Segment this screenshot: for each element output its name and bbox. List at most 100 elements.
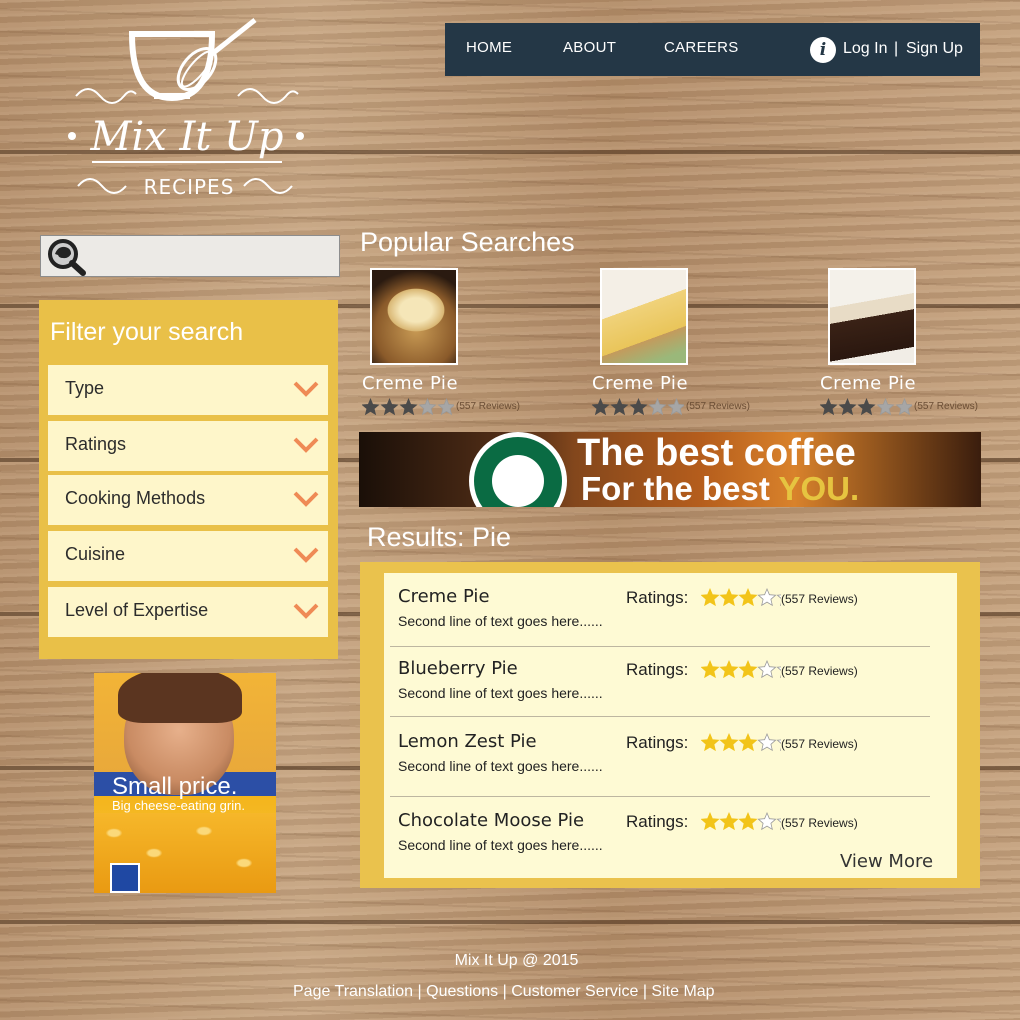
star-empty-icon xyxy=(667,398,684,416)
popular-searches-title: Popular Searches xyxy=(360,227,575,257)
star-filled-icon xyxy=(701,812,720,831)
chevron-down-icon xyxy=(293,437,319,453)
footer-link-site-map[interactable]: Site Map xyxy=(651,983,714,1000)
filter-type-dropdown[interactable]: Type xyxy=(48,365,328,415)
nav-about[interactable]: ABOUT xyxy=(563,39,616,56)
star-empty-icon xyxy=(648,398,667,416)
filter-label: Cuisine xyxy=(65,544,126,564)
login-link[interactable]: Log In xyxy=(843,40,887,58)
popular-item[interactable]: Creme Pie (557 Reviews) xyxy=(818,268,1020,418)
star-empty-icon xyxy=(757,660,777,679)
site-logo[interactable]: Mix It Up RECIPES xyxy=(62,14,312,209)
pie-thumbnail[interactable] xyxy=(600,268,688,365)
banner-headline: The best coffee xyxy=(577,432,856,474)
result-description: Second line of text goes here...... xyxy=(398,758,603,774)
result-name[interactable]: Creme Pie xyxy=(398,586,490,607)
footer-link-customer-service[interactable]: Customer Service xyxy=(511,983,638,1000)
popular-item[interactable]: Creme Pie (557 Reviews) xyxy=(590,268,810,418)
filter-title: Filter your search xyxy=(50,318,244,346)
filter-label: Level of Expertise xyxy=(65,600,209,620)
star-filled-icon xyxy=(629,398,648,416)
logo-title: Mix It Up xyxy=(90,114,284,160)
rating-stars-icon xyxy=(701,660,781,679)
rating-stars-icon xyxy=(701,812,781,831)
search-icon[interactable] xyxy=(44,237,88,277)
info-icon[interactable]: i xyxy=(810,37,836,63)
rating-stars-icon xyxy=(820,398,912,416)
filter-panel: Filter your search Type Ratings Cooking … xyxy=(39,300,338,659)
chevron-down-icon xyxy=(293,603,319,619)
result-description: Second line of text goes here...... xyxy=(398,613,603,629)
star-filled-icon xyxy=(738,588,758,607)
top-nav: HOME ABOUT CAREERS i Log In | Sign Up xyxy=(445,23,980,76)
chevron-down-icon xyxy=(293,381,319,397)
popular-item[interactable]: Creme Pie (557 Reviews) xyxy=(360,268,580,418)
row-divider xyxy=(390,646,930,647)
search-box xyxy=(40,235,340,277)
popular-item-name[interactable]: Creme Pie xyxy=(362,373,458,394)
nav-separator: | xyxy=(894,40,899,57)
result-description: Second line of text goes here...... xyxy=(398,685,603,701)
popular-item-reviews: (557 Reviews) xyxy=(456,401,520,412)
star-empty-icon xyxy=(437,398,454,416)
result-name[interactable]: Chocolate Moose Pie xyxy=(398,810,584,831)
star-empty-icon xyxy=(757,733,777,752)
banner-subheadline: For the best YOU. xyxy=(581,470,859,507)
logo-subtitle: RECIPES xyxy=(144,175,235,199)
popular-item-reviews: (557 Reviews) xyxy=(914,401,978,412)
filter-label: Type xyxy=(65,378,105,398)
rating-stars-icon xyxy=(362,398,454,416)
result-row[interactable]: Blueberry Pie Second line of text goes h… xyxy=(390,658,930,730)
filter-ratings-dropdown[interactable]: Ratings xyxy=(48,421,328,471)
view-more-link[interactable]: View More xyxy=(840,851,933,872)
star-filled-icon xyxy=(701,588,720,607)
filter-expertise-dropdown[interactable]: Level of Expertise xyxy=(48,587,328,637)
ratings-label: Ratings: xyxy=(626,812,689,831)
pie-thumbnail[interactable] xyxy=(828,268,916,365)
star-filled-icon xyxy=(592,398,610,416)
filter-cooking-methods-dropdown[interactable]: Cooking Methods xyxy=(48,475,328,525)
result-row[interactable]: Creme Pie Second line of text goes here.… xyxy=(390,586,930,658)
ad-subline: Big cheese-eating grin. xyxy=(112,798,245,813)
side-advertisement[interactable]: Small price. Big cheese-eating grin. xyxy=(94,673,276,893)
star-filled-icon xyxy=(719,812,739,831)
result-row[interactable]: Lemon Zest Pie Second line of text goes … xyxy=(390,731,930,803)
result-reviews: (557 Reviews) xyxy=(781,816,858,830)
results-list: Creme Pie Second line of text goes here.… xyxy=(384,573,957,878)
result-reviews: (557 Reviews) xyxy=(781,737,858,751)
ad-headline: Small price. xyxy=(112,773,238,800)
nav-home[interactable]: HOME xyxy=(466,39,512,56)
star-filled-icon xyxy=(362,398,380,416)
rating-stars-icon xyxy=(701,733,781,752)
star-filled-icon xyxy=(610,398,629,416)
filter-cuisine-dropdown[interactable]: Cuisine xyxy=(48,531,328,581)
results-panel: Creme Pie Second line of text goes here.… xyxy=(360,562,980,888)
ratings-label: Ratings: xyxy=(626,588,689,607)
signup-link[interactable]: Sign Up xyxy=(906,40,963,58)
star-filled-icon xyxy=(719,588,739,607)
star-empty-icon xyxy=(876,398,895,416)
footer-link-page-translation[interactable]: Page Translation xyxy=(293,983,413,1000)
coffee-banner-ad[interactable]: The best coffee For the best YOU. xyxy=(359,432,981,507)
popular-item-name[interactable]: Creme Pie xyxy=(592,373,688,394)
star-filled-icon xyxy=(820,398,838,416)
result-name[interactable]: Blueberry Pie xyxy=(398,658,518,679)
search-input[interactable] xyxy=(89,240,334,272)
result-reviews: (557 Reviews) xyxy=(781,664,858,678)
ratings-label: Ratings: xyxy=(626,660,689,679)
ratings-label: Ratings: xyxy=(626,733,689,752)
ad-hair-shape xyxy=(118,673,242,723)
nav-careers[interactable]: CAREERS xyxy=(664,39,739,56)
footer-link-questions[interactable]: Questions xyxy=(426,983,498,1000)
star-empty-icon xyxy=(757,812,777,831)
star-filled-icon xyxy=(738,812,758,831)
result-name[interactable]: Lemon Zest Pie xyxy=(398,731,537,752)
row-divider xyxy=(390,716,930,717)
star-filled-icon xyxy=(701,733,720,752)
star-filled-icon xyxy=(701,660,720,679)
star-filled-icon xyxy=(738,733,758,752)
popular-item-name[interactable]: Creme Pie xyxy=(820,373,916,394)
banner-highlight: YOU. xyxy=(778,470,860,507)
result-description: Second line of text goes here...... xyxy=(398,837,603,853)
pie-thumbnail[interactable] xyxy=(370,268,458,365)
